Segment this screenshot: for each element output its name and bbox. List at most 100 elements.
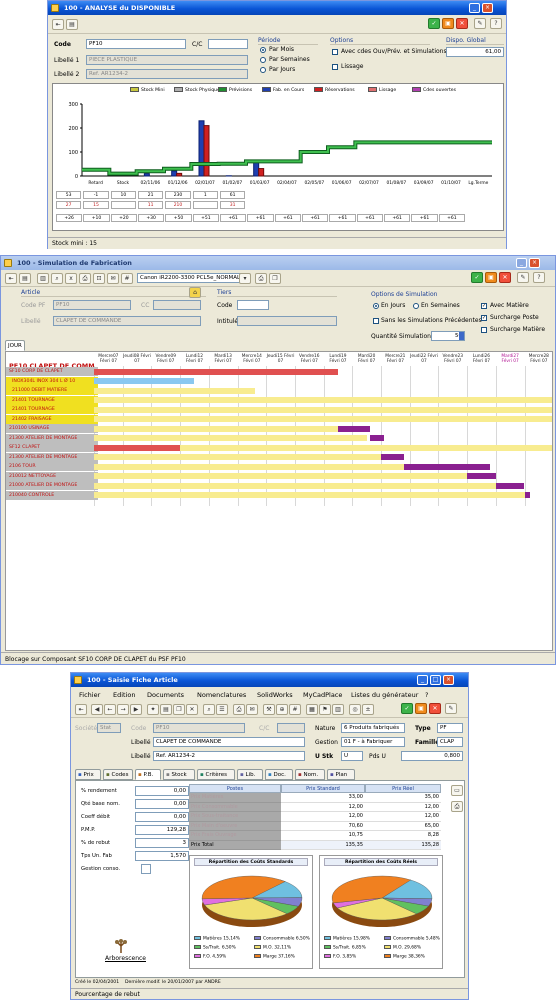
- libelle2-field[interactable]: Ref. AR1234-2: [153, 751, 305, 761]
- exit-icon[interactable]: ⇤: [75, 704, 87, 715]
- gantt-row-label[interactable]: 210040 CONTROLE: [6, 490, 98, 500]
- lissage-checkbox[interactable]: [332, 64, 338, 70]
- excel-icon[interactable]: x: [65, 273, 77, 284]
- menu-documents[interactable]: Documents: [147, 691, 184, 699]
- tiers-code-field[interactable]: [237, 300, 269, 310]
- copy-icon[interactable]: ❐: [269, 273, 281, 284]
- target-icon[interactable]: ◎: [349, 704, 361, 715]
- menu-nomenclatures[interactable]: Nomenclatures: [197, 691, 246, 699]
- en-jours-radio[interactable]: [373, 303, 379, 309]
- minimize-button[interactable]: _: [516, 258, 527, 268]
- gantt-row-label[interactable]: 2106 TOUR: [6, 462, 98, 471]
- close-button[interactable]: ×: [443, 675, 454, 685]
- gestion-select[interactable]: 01 F - à Fabriquer: [341, 737, 405, 747]
- pb-field-value[interactable]: 3: [135, 838, 189, 848]
- flag-icon[interactable]: ⚑: [319, 704, 331, 715]
- gantt-bar[interactable]: [94, 387, 255, 394]
- gantt-bar[interactable]: [467, 473, 496, 479]
- gantt-row-label[interactable]: 21300 ATELIER DE MONTAGE: [6, 433, 98, 443]
- printer-dropdown-icon[interactable]: ▾: [239, 273, 251, 284]
- edit-icon[interactable]: ✎: [474, 18, 486, 29]
- gantt-bar[interactable]: [94, 492, 525, 498]
- gantt-bar[interactable]: [369, 435, 384, 441]
- arborescence-label[interactable]: Arborescence: [105, 955, 146, 962]
- gantt-bar[interactable]: [524, 492, 531, 498]
- validate-icon[interactable]: ✓: [428, 18, 440, 29]
- pb-field-value[interactable]: 0,00: [135, 786, 189, 796]
- mail-icon[interactable]: ✉: [246, 704, 258, 715]
- surcharge-matiere-checkbox[interactable]: [481, 327, 487, 333]
- doc-icon[interactable]: ▤: [160, 704, 172, 715]
- gantt-row-label[interactable]: 211000 DEBIT MATIERE: [6, 386, 98, 395]
- exit-icon[interactable]: ⇤: [5, 273, 17, 284]
- next-icon[interactable]: →: [117, 704, 129, 715]
- zoom-icon[interactable]: ⌕: [51, 273, 63, 284]
- edit-icon[interactable]: ✎: [517, 272, 529, 283]
- par-mois-radio[interactable]: [260, 47, 266, 53]
- ustk-field[interactable]: U: [341, 751, 363, 761]
- tab-stock[interactable]: ▪ Stock: [163, 769, 195, 780]
- gantt-bar[interactable]: [94, 482, 496, 489]
- gantt-row-label[interactable]: 21000 ATELIER DE MONTAGE: [6, 481, 98, 490]
- par-jours-radio[interactable]: [260, 67, 266, 73]
- tab-lib[interactable]: ▪ Lib.: [237, 769, 263, 780]
- gantt-row-label[interactable]: 210100 USINAGE: [6, 424, 98, 433]
- back-icon[interactable]: ◀: [91, 704, 103, 715]
- close-button[interactable]: ×: [482, 3, 493, 13]
- gantt-bar[interactable]: [94, 378, 195, 384]
- menu-edition[interactable]: Edition: [113, 691, 136, 699]
- gantt-row-label[interactable]: 21401 TOURNAGE: [6, 405, 98, 414]
- pb-field-value[interactable]: 0,00: [135, 799, 189, 809]
- gantt-bar[interactable]: [94, 454, 381, 460]
- gantt-bar[interactable]: [94, 416, 552, 422]
- calc-icon[interactable]: #: [289, 704, 301, 715]
- gantt-bar[interactable]: [94, 425, 338, 432]
- gantt-bar[interactable]: [495, 482, 525, 489]
- close-button[interactable]: ×: [529, 258, 540, 268]
- mail-icon[interactable]: ✉: [107, 273, 119, 284]
- plus-minus-icon[interactable]: ±: [362, 704, 374, 715]
- gantt-bar[interactable]: [403, 463, 491, 470]
- gantt-bar[interactable]: [94, 435, 367, 441]
- cost-view-icon[interactable]: ▭: [451, 785, 463, 796]
- tab-plan[interactable]: ▪ Plan: [327, 769, 355, 780]
- cancel-icon[interactable]: ✕: [456, 18, 468, 29]
- code-field[interactable]: PF10: [86, 39, 186, 49]
- gantt-row-label[interactable]: 210012 NETTOYAGE: [6, 471, 98, 481]
- avec-matiere-checkbox[interactable]: ✓: [481, 303, 487, 309]
- gantt-row-label[interactable]: 21402 FRAISAGE: [6, 414, 98, 424]
- arborescence-tree-icon[interactable]: [115, 939, 127, 953]
- libelle1-field[interactable]: CLAPET DE COMMANDE: [153, 737, 305, 747]
- link-icon[interactable]: ⊕: [276, 704, 288, 715]
- pdsu-field[interactable]: 0,800: [401, 751, 463, 761]
- chart-icon[interactable]: ▥: [332, 704, 344, 715]
- tab-critres[interactable]: ▪ Critères: [197, 769, 235, 780]
- tab-codes[interactable]: ▪ Codes: [103, 769, 133, 780]
- tab-pb[interactable]: ▪ P.B.: [135, 769, 161, 780]
- copy-icon[interactable]: ❐: [173, 704, 185, 715]
- gantt-bar[interactable]: [94, 444, 181, 451]
- gantt-bar[interactable]: [94, 463, 404, 470]
- pb-field-value[interactable]: 129,28: [135, 825, 189, 835]
- gantt-bar[interactable]: [94, 397, 552, 403]
- menu-fichier[interactable]: Fichier: [79, 691, 100, 699]
- cancel-icon[interactable]: ✕: [499, 272, 511, 283]
- gantt-bar[interactable]: [94, 473, 468, 479]
- book-icon[interactable]: ▤: [19, 273, 31, 284]
- validate-icon[interactable]: ✓: [471, 272, 483, 283]
- tab-nom[interactable]: ▪ Nom.: [295, 769, 325, 780]
- minimize-button[interactable]: _: [469, 3, 480, 13]
- menu-solidworks[interactable]: SolidWorks: [257, 691, 293, 699]
- gantt-bar[interactable]: [180, 444, 552, 451]
- save-icon[interactable]: ▣: [442, 18, 454, 29]
- forward-icon[interactable]: ▶: [130, 704, 142, 715]
- new-icon[interactable]: ✦: [147, 704, 159, 715]
- grid-icon[interactable]: ▦: [306, 704, 318, 715]
- preview-icon[interactable]: ⊡: [93, 273, 105, 284]
- list-icon[interactable]: ☰: [216, 704, 228, 715]
- gantt-bar[interactable]: [337, 425, 370, 432]
- gantt-row-label[interactable]: 21401 TOURNAGE: [6, 395, 98, 405]
- menu-help[interactable]: ?: [425, 691, 428, 699]
- help-icon[interactable]: ?: [533, 272, 545, 283]
- validate-icon[interactable]: ✓: [401, 703, 413, 714]
